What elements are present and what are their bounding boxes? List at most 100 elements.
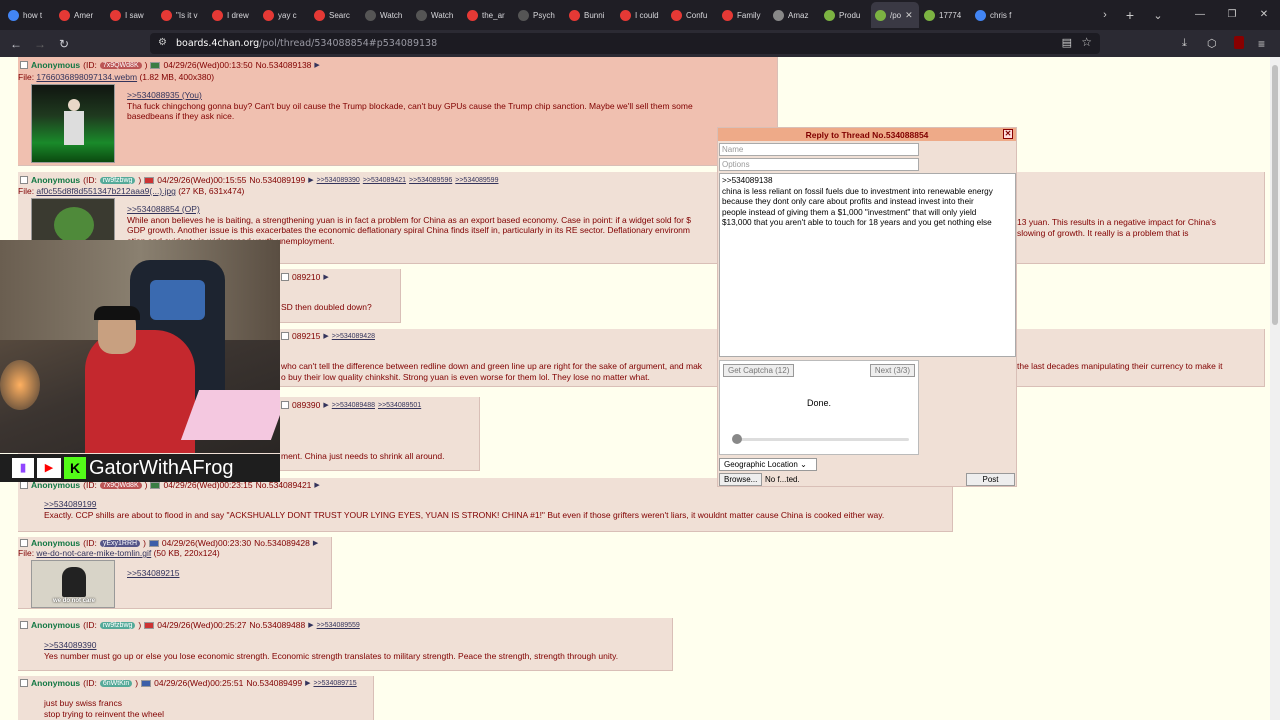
captcha-next-button[interactable]: Next (3/3): [869, 364, 915, 377]
poster-id-badge[interactable]: yExy1RRH: [99, 539, 141, 547]
gif-thumbnail[interactable]: we do not care: [31, 560, 115, 608]
backlink[interactable]: >>534089488: [332, 402, 375, 409]
post-menu-arrow-icon[interactable]: ▶: [323, 401, 328, 409]
downloads-icon[interactable]: ⤓: [1182, 37, 1187, 50]
tab-list-chevron-icon[interactable]: ⌄: [1144, 9, 1172, 22]
forward-arrow-icon[interactable]: →: [28, 37, 52, 51]
browser-tab[interactable]: chris f: [971, 2, 1021, 28]
poster-id-badge[interactable]: rw9fzbwg: [99, 176, 136, 184]
browser-tab[interactable]: I could: [616, 2, 666, 28]
poster-id-badge[interactable]: 7x9QWd8K: [99, 61, 142, 69]
comment-textarea[interactable]: >>534089138 china is less reliant on foss…: [719, 173, 1016, 357]
post-menu-arrow-icon[interactable]: ▶: [314, 61, 319, 69]
browser-tab[interactable]: I drew: [208, 2, 258, 28]
backlink[interactable]: >>534089390: [317, 177, 360, 184]
post-number[interactable]: No.534089138: [256, 60, 312, 70]
post-menu-arrow-icon[interactable]: ▶: [314, 481, 319, 489]
file-link[interactable]: af0c55d8f8d551347b212aaa9(...).jpg: [36, 186, 175, 196]
quote-link[interactable]: >>534088935 (You): [127, 90, 767, 101]
captcha-slider-handle[interactable]: [732, 434, 742, 444]
post-menu-arrow-icon[interactable]: ▶: [308, 176, 313, 184]
browser-tab[interactable]: yay c: [259, 2, 309, 28]
browser-tab[interactable]: how t: [4, 2, 54, 28]
backlink[interactable]: >>534089599: [455, 177, 498, 184]
reader-view-icon[interactable]: ▤: [1062, 36, 1072, 49]
video-thumbnail[interactable]: [31, 84, 115, 163]
backlink[interactable]: >>534089428: [332, 333, 375, 340]
restore-button[interactable]: ❐: [1216, 0, 1248, 30]
poster-id-badge[interactable]: 7x9QWd8K: [99, 481, 142, 489]
backlink[interactable]: >>534089559: [317, 622, 360, 629]
post-checkbox[interactable]: [20, 176, 28, 184]
file-link[interactable]: we-do-not-care-mike-tomlin.gif: [36, 548, 151, 558]
post-number[interactable]: No.534089428: [254, 538, 310, 548]
backlink[interactable]: >>534089596: [409, 177, 452, 184]
quote-link[interactable]: >>534088854 (OP): [127, 204, 717, 215]
minimize-button[interactable]: —: [1184, 0, 1216, 30]
backlink[interactable]: >>534089421: [363, 177, 406, 184]
file-link[interactable]: 1766036898097134.webm: [36, 72, 137, 82]
post-menu-arrow-icon[interactable]: ▶: [305, 679, 310, 687]
browser-tab[interactable]: Amer: [55, 2, 105, 28]
geographic-location-select[interactable]: Geographic Location ⌄: [719, 458, 817, 471]
tab-scroll-right-icon[interactable]: ›: [1094, 9, 1116, 21]
post-checkbox[interactable]: [20, 481, 28, 489]
browser-tab[interactable]: Family: [718, 2, 768, 28]
tab-close-icon[interactable]: ✕: [905, 10, 913, 21]
browser-tab[interactable]: Amaz: [769, 2, 819, 28]
backlink[interactable]: >>534089501: [378, 402, 421, 409]
new-tab-button[interactable]: +: [1116, 7, 1144, 23]
browser-tab[interactable]: "Is it v: [157, 2, 207, 28]
url-field[interactable]: ⚙ boards.4chan.org/pol/thread/534088854#…: [150, 33, 1100, 54]
browser-tab[interactable]: I saw: [106, 2, 156, 28]
post-checkbox[interactable]: [20, 539, 28, 547]
close-window-button[interactable]: ✕: [1248, 0, 1280, 30]
options-field[interactable]: Options: [719, 158, 919, 171]
bookmark-star-icon[interactable]: ☆: [1081, 35, 1092, 49]
post-menu-arrow-icon[interactable]: ▶: [313, 539, 318, 547]
vertical-scrollbar[interactable]: [1270, 57, 1280, 720]
browser-tab[interactable]: Confu: [667, 2, 717, 28]
post-checkbox[interactable]: [20, 679, 28, 687]
browse-button[interactable]: Browse...: [719, 473, 763, 486]
backlink[interactable]: >>534089715: [313, 680, 356, 687]
ublock-icon[interactable]: [1234, 36, 1244, 49]
site-info-icon[interactable]: ⚙: [158, 37, 167, 48]
post-button[interactable]: Post: [966, 473, 1015, 486]
post-checkbox[interactable]: [20, 621, 28, 629]
browser-tab[interactable]: /po ✕: [871, 2, 919, 28]
browser-tab[interactable]: the_ar: [463, 2, 513, 28]
close-icon[interactable]: ✕: [1003, 129, 1013, 139]
menu-icon[interactable]: ≡: [1258, 37, 1265, 51]
browser-tab[interactable]: Bunni: [565, 2, 615, 28]
get-captcha-button[interactable]: Get Captcha (12): [723, 364, 795, 377]
post-checkbox[interactable]: [281, 273, 289, 281]
post-number[interactable]: 089390: [292, 400, 320, 410]
post-number[interactable]: No.534089199: [249, 175, 305, 185]
quote-link[interactable]: >>534089215: [127, 568, 179, 579]
browser-tab[interactable]: Watch: [361, 2, 411, 28]
scrollbar-thumb[interactable]: [1272, 65, 1278, 325]
poster-id-badge[interactable]: 6nWtKin: [99, 679, 133, 687]
browser-tab[interactable]: Psych: [514, 2, 564, 28]
reply-form-header[interactable]: Reply to Thread No.534088854 ✕: [718, 128, 1016, 141]
back-arrow-icon[interactable]: ←: [4, 37, 28, 51]
browser-tab[interactable]: Produ: [820, 2, 870, 28]
post-number[interactable]: 089210: [292, 272, 320, 282]
post-menu-arrow-icon[interactable]: ▶: [323, 273, 328, 281]
post-checkbox[interactable]: [20, 61, 28, 69]
browser-tab[interactable]: Watch: [412, 2, 462, 28]
post-menu-arrow-icon[interactable]: ▶: [308, 621, 313, 629]
name-field[interactable]: Name: [719, 143, 919, 156]
post-menu-arrow-icon[interactable]: ▶: [323, 332, 328, 340]
post-number[interactable]: No.534089488: [249, 620, 305, 630]
quote-link[interactable]: >>534089390: [44, 640, 664, 651]
post-checkbox[interactable]: [281, 401, 289, 409]
reload-icon[interactable]: ↻: [52, 37, 76, 51]
poster-id-badge[interactable]: rw9fzbwg: [99, 621, 136, 629]
post-number[interactable]: 089215: [292, 331, 320, 341]
quote-link[interactable]: >>534089199: [44, 499, 944, 510]
browser-tab[interactable]: Searc: [310, 2, 360, 28]
extensions-icon[interactable]: ⬡: [1207, 37, 1217, 50]
post-checkbox[interactable]: [281, 332, 289, 340]
